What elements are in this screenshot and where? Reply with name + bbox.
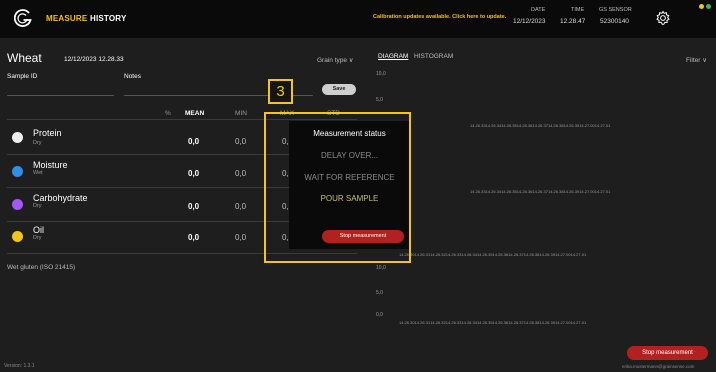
x-axis-tick-label: 14.27.00 <box>579 123 595 128</box>
x-axis-tick-label: 14.26.32 <box>430 252 446 257</box>
y-axis-tick-label: 10,0 <box>376 265 386 271</box>
x-axis-tick-label: 14.26.35 <box>477 320 493 325</box>
y-axis-tick-label: 0,0 <box>376 312 383 318</box>
row-basis: Wet <box>33 170 43 176</box>
row-mean: 0,0 <box>188 169 200 178</box>
user-email: erika.mustermann@grainsense.com <box>622 364 695 369</box>
col-header-mean: MEAN <box>185 110 205 117</box>
x-axis-tick-label: 14.26.38 <box>523 252 540 257</box>
gear-icon[interactable] <box>655 10 671 26</box>
y-axis-tick-label: 5,0 <box>376 290 383 296</box>
wet-gluten-label: Wet gluten (ISO 21415) <box>7 264 76 271</box>
notes-label: Notes <box>124 73 141 80</box>
x-axis-tick-label: 14.26.37 <box>508 252 524 257</box>
x-axis-tick-label: 14.26.35 <box>501 189 517 194</box>
x-axis-tick-label: 14.26.38 <box>548 189 564 194</box>
row-min: 0,0 <box>235 202 247 211</box>
x-axis-tick-label: 14.26.36 <box>492 252 509 257</box>
row-min: 0,0 <box>235 233 247 242</box>
row-min: 0,0 <box>235 137 247 146</box>
col-header-min: MIN <box>235 110 247 117</box>
nav-tab-measure[interactable]: MEASURE <box>46 14 87 23</box>
y-axis-tick-label: 10,0 <box>376 71 386 77</box>
row-basis: Dry <box>33 203 42 209</box>
x-axis-tick-label: 14.27.00 <box>555 252 571 257</box>
x-axis-tick-label: 14.27.01 <box>570 252 587 257</box>
oil-color-dot <box>12 231 23 242</box>
app-version: Version: 1.3.1 <box>4 363 35 369</box>
top-bar: MEASURE HISTORY Calibration updates avai… <box>0 0 716 38</box>
row-mean: 0,0 <box>188 233 200 242</box>
x-axis-tick-label: 14.26.39 <box>539 252 555 257</box>
row-name: Protein <box>33 128 62 138</box>
row-name: Oil <box>33 225 44 235</box>
stop-measurement-button[interactable]: Stop measurement <box>627 346 708 360</box>
status-dot-yellow <box>699 4 704 9</box>
sensor-label: GS SENSOR <box>599 7 632 13</box>
x-axis-tick-label: 14.26.37 <box>508 320 524 325</box>
x-axis-tick-label: 14.26.38 <box>523 320 540 325</box>
time-value: 12.28.47 <box>560 18 586 25</box>
tab-histogram[interactable]: HISTOGRAM <box>414 53 453 60</box>
save-button[interactable]: Save <box>322 84 356 95</box>
row-basis: Dry <box>33 140 42 146</box>
row-min: 0,0 <box>235 169 247 178</box>
x-axis-tick-label: 14.27.00 <box>555 320 571 325</box>
date-label: DATE <box>531 7 546 13</box>
x-axis-tick-label: 14.26.33 <box>470 189 486 194</box>
x-axis-tick-label: 14.26.34 <box>461 320 477 325</box>
carbohydrate-color-dot <box>12 199 23 210</box>
x-axis-tick-label: 14.27.01 <box>594 123 611 128</box>
x-axis-tick-label: 14.26.34 <box>485 123 502 128</box>
col-header-percent: % <box>165 110 171 117</box>
x-axis-tick-label: 14.26.33 <box>470 123 486 128</box>
x-axis-tick-label: 14.27.01 <box>570 320 587 325</box>
x-axis-tick-label: 14.27.01 <box>594 189 611 194</box>
protein-color-dot <box>12 132 23 143</box>
x-axis-tick-label: 14.26.39 <box>563 189 580 194</box>
x-axis-tick-label: 14.27.00 <box>579 189 595 194</box>
x-axis-tick-label: 14.26.38 <box>548 123 564 128</box>
tutorial-highlight-frame <box>264 112 411 263</box>
x-axis-tick-label: 14.26.33 <box>445 320 462 325</box>
nav-tab-history[interactable]: HISTORY <box>90 14 127 23</box>
grainsense-logo-icon <box>14 9 32 27</box>
x-axis-tick-label: 14.26.33 <box>445 252 462 257</box>
sample-datetime: 12/12/2023 12.28.33 <box>64 56 124 63</box>
row-name: Carbohydrate <box>33 193 88 203</box>
x-axis-tick-label: 14.26.34 <box>461 252 477 257</box>
x-axis-tick-label: 14.26.36 <box>516 123 533 128</box>
x-axis-tick-label: 14.26.31 <box>414 252 431 257</box>
row-mean: 0,0 <box>188 202 200 211</box>
x-axis-tick-label: 14.26.36 <box>492 320 509 325</box>
x-axis-tick-label: 14.26.36 <box>516 189 533 194</box>
sensor-value: 52300140 <box>600 18 629 25</box>
moisture-color-dot <box>12 166 23 177</box>
tutorial-step-badge: 3 <box>268 79 293 104</box>
y-axis-tick-label: 5,0 <box>376 97 383 103</box>
row-name: Moisture <box>33 160 68 170</box>
x-axis-tick-label: 14.26.37 <box>532 189 548 194</box>
grain-type-dropdown[interactable]: Grain type ∨ <box>317 56 354 64</box>
tab-diagram[interactable]: DIAGRAM <box>378 53 408 60</box>
x-axis-tick-label: 14.26.32 <box>430 320 446 325</box>
sample-id-label: Sample ID <box>7 73 38 80</box>
x-axis-tick-label: 14.26.30 <box>399 320 415 325</box>
calibration-update-link[interactable]: Calibration updates available. Click her… <box>373 14 506 20</box>
date-value: 12/12/2023 <box>513 18 546 25</box>
x-axis-tick-label: 14.26.37 <box>532 123 548 128</box>
filter-dropdown[interactable]: Filter ∨ <box>686 56 707 64</box>
time-label: TIME <box>571 7 585 13</box>
x-axis-tick-label: 14.26.39 <box>563 123 580 128</box>
x-axis-tick-label: 14.26.35 <box>501 123 517 128</box>
product-name: Wheat <box>7 51 42 65</box>
row-mean: 0,0 <box>188 137 200 146</box>
x-axis-tick-label: 14.26.39 <box>539 320 555 325</box>
status-dot-green <box>706 4 711 9</box>
sample-id-input[interactable] <box>7 95 114 96</box>
x-axis-tick-label: 14.26.35 <box>477 252 493 257</box>
x-axis-tick-label: 14.26.34 <box>485 189 502 194</box>
row-basis: Dry <box>33 235 42 241</box>
x-axis-tick-label: 14.26.31 <box>414 320 431 325</box>
